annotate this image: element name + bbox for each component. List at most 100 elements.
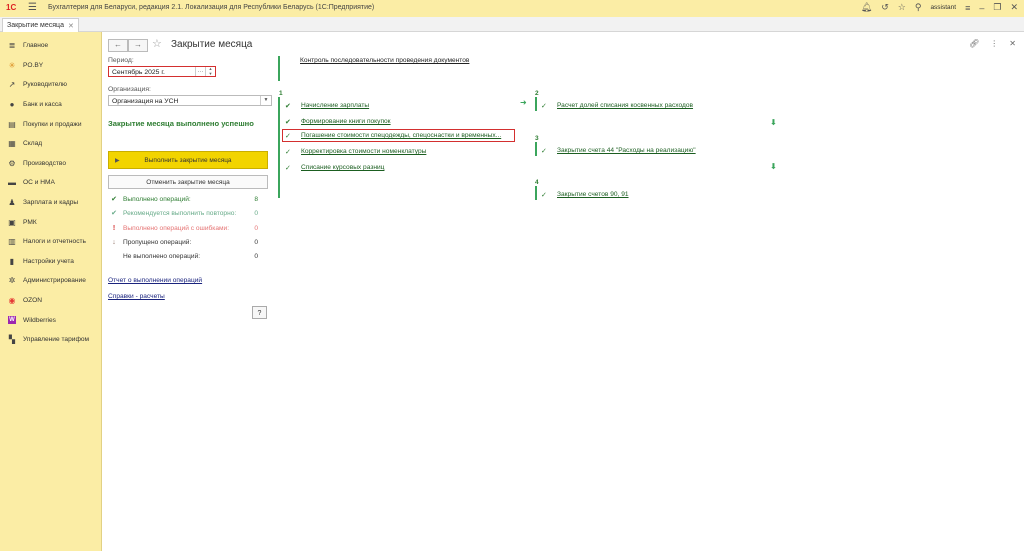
sidebar-item-purchases[interactable]: ▤ Покупки и продажи bbox=[0, 114, 101, 134]
task-payroll[interactable]: ✔ Начисление зарплаты bbox=[285, 100, 369, 111]
tab-close-icon[interactable]: ✕ bbox=[68, 22, 74, 30]
sidebar: ≣ Главное ✳ PO.BY ↗ Руководителю ● Банк и ка… bbox=[0, 32, 102, 551]
cancel-close-button[interactable]: Отменить закрытие месяца bbox=[108, 175, 268, 189]
bell-icon[interactable]: 🔔︎ bbox=[861, 2, 872, 13]
task-workwear-writeoff[interactable]: ✓ Погашение стоимости спецодежды, спецос… bbox=[285, 130, 501, 141]
forward-arrow-icon[interactable]: → bbox=[128, 39, 148, 52]
stat-label: Выполнено операций с ошибками: bbox=[123, 224, 230, 232]
task-close-accounts-90-91[interactable]: ✓ Закрытие счетов 90, 91 bbox=[541, 189, 629, 200]
truck-icon: ▬ bbox=[8, 178, 16, 188]
report-link[interactable]: Отчет о выполнении операций bbox=[108, 277, 202, 284]
arrow-down-icon: ⬇ bbox=[770, 162, 777, 171]
period-label: Период: bbox=[108, 57, 134, 64]
sidebar-item-label: Управление тарифом bbox=[23, 336, 90, 344]
app-title: Бухгалтерия для Беларуси, редакция 2.1. … bbox=[48, 4, 375, 11]
check-icon: ✔ bbox=[111, 196, 117, 203]
task-label[interactable]: Закрытие счетов 90, 91 bbox=[557, 191, 629, 198]
arrow-down-icon: ↓ bbox=[112, 238, 116, 246]
title-bar-tools: 🔔︎ ↺ ☆ ⚲ assistant ≡ – ❐ ✕ bbox=[861, 2, 1018, 13]
task-close-account-44[interactable]: ✓ Закрытие счета 44 "Расходы на реализац… bbox=[541, 145, 696, 156]
minimize-icon[interactable]: – bbox=[979, 3, 984, 13]
step-4-bar bbox=[535, 186, 537, 200]
sidebar-item-ozon[interactable]: ◉ OZON bbox=[0, 291, 101, 311]
restore-icon[interactable]: ❐ bbox=[993, 2, 1001, 13]
task-label[interactable]: Погашение стоимости спецодежды, спецосна… bbox=[301, 132, 501, 139]
coins-icon: ● bbox=[9, 100, 15, 110]
tab-strip: Закрытие месяца ✕ bbox=[0, 17, 1024, 32]
search-icon[interactable]: ⚲ bbox=[915, 2, 922, 13]
menu-icon: ≣ bbox=[8, 41, 16, 51]
back-arrow-icon[interactable]: ← bbox=[108, 39, 128, 52]
favorite-star-icon[interactable]: ☆ bbox=[152, 37, 162, 50]
task-label[interactable]: Списание курсовых разниц bbox=[301, 164, 384, 171]
period-stepper-icon[interactable]: ▲ ▼ bbox=[205, 66, 215, 76]
ozon-icon: ◉ bbox=[8, 296, 16, 306]
sidebar-item-salary[interactable]: ♟ Зарплата и кадры bbox=[0, 193, 101, 213]
run-close-button[interactable]: ▶ Выполнить закрытие месяца bbox=[108, 151, 268, 169]
task-exchange-diff[interactable]: ✓ Списание курсовых разниц bbox=[285, 162, 384, 173]
stat-errors: ! Выполнено операций с ошибками: 0 bbox=[108, 221, 258, 235]
task-label[interactable]: Начисление зарплаты bbox=[301, 102, 369, 109]
cart-icon: ▤ bbox=[8, 119, 16, 129]
sidebar-item-label: Настройки учета bbox=[23, 257, 74, 265]
link-icon[interactable]: 🔗︎ bbox=[969, 39, 979, 48]
task-purchase-book[interactable]: ✔ Формирование книги покупок bbox=[285, 116, 391, 127]
step-divider bbox=[278, 56, 280, 81]
select-dots-icon[interactable]: … bbox=[195, 67, 205, 76]
period-field[interactable]: Сентябрь 2025 г. … ▲ ▼ bbox=[108, 66, 216, 77]
task-label[interactable]: Корректировка стоимости номенклатуры bbox=[301, 148, 426, 155]
stat-skipped: ↓ Пропущено операций: 0 bbox=[108, 235, 258, 249]
favorite-star-icon[interactable]: ☆ bbox=[898, 2, 906, 13]
sidebar-item-label: Администрирование bbox=[23, 277, 86, 285]
stat-value: 8 bbox=[254, 195, 258, 203]
check-double-icon: ✔ bbox=[285, 118, 291, 126]
chevron-down-icon[interactable]: ▼ bbox=[260, 96, 271, 105]
sidebar-item-assets[interactable]: ▬ ОС и НМА bbox=[0, 173, 101, 193]
more-icon[interactable]: ⋮ bbox=[990, 39, 998, 48]
stat-label: Выполнено операций: bbox=[123, 195, 191, 203]
task-label[interactable]: Формирование книги покупок bbox=[301, 118, 391, 125]
sidebar-item-label: Склад bbox=[23, 140, 43, 148]
history-icon[interactable]: ↺ bbox=[881, 2, 889, 13]
person-icon: ♟ bbox=[8, 198, 16, 208]
sidebar-item-wildberries[interactable]: W Wildberries bbox=[0, 310, 101, 330]
sidebar-item-warehouse[interactable]: ▦ Склад bbox=[0, 134, 101, 154]
task-cost-adjustment[interactable]: ✓ Корректировка стоимости номенклатуры bbox=[285, 146, 426, 157]
sidebar-item-label: ОС и НМА bbox=[23, 179, 55, 187]
sidebar-item-admin[interactable]: ✲ Администрирование bbox=[0, 271, 101, 291]
step-4-number: 4 bbox=[535, 179, 539, 186]
sidebar-item-main[interactable]: ≣ Главное bbox=[0, 36, 101, 56]
sidebar-item-label: PO.BY bbox=[23, 61, 44, 69]
step-1-number: 1 bbox=[279, 90, 283, 97]
success-message: Закрытие месяца выполнено успешно bbox=[108, 119, 254, 128]
sidebar-item-taxes[interactable]: ▥ Налоги и отчетность bbox=[0, 232, 101, 252]
sequence-control-link[interactable]: Контроль последовательности проведения д… bbox=[300, 57, 469, 64]
step-3-number: 3 bbox=[535, 135, 539, 142]
tab-month-close[interactable]: Закрытие месяца ✕ bbox=[2, 18, 79, 32]
org-label: Организация: bbox=[108, 86, 151, 93]
task-label[interactable]: Закрытие счета 44 "Расходы на реализацию… bbox=[557, 147, 696, 154]
sidebar-item-tariff[interactable]: ▚ Управление тарифом bbox=[0, 330, 101, 350]
sidebar-item-production[interactable]: ⚙ Производство bbox=[0, 154, 101, 174]
close-icon[interactable]: ✕ bbox=[1009, 39, 1016, 48]
sidebar-item-label: OZON bbox=[23, 297, 43, 305]
sidebar-item-label: Руководителю bbox=[23, 81, 67, 89]
sidebar-item-rmk[interactable]: ▣ РМК bbox=[0, 212, 101, 232]
organization-select[interactable]: Организация на УСН ▼ bbox=[108, 95, 272, 106]
task-indirect-shares[interactable]: ✓ Расчет долей списания косвенных расход… bbox=[541, 100, 693, 111]
task-label[interactable]: Расчет долей списания косвенных расходов bbox=[557, 102, 693, 109]
stat-recommended: ✔ Рекомендуется выполнить повторно: 0 bbox=[108, 206, 258, 220]
stat-value: 0 bbox=[254, 224, 258, 232]
calculations-link[interactable]: Справки - расчеты bbox=[108, 293, 165, 300]
check-icon: ✓ bbox=[541, 102, 547, 110]
sidebar-item-poby[interactable]: ✳ PO.BY bbox=[0, 56, 101, 76]
main-menu-icon[interactable]: ☰ bbox=[28, 2, 37, 13]
user-name[interactable]: assistant bbox=[930, 4, 956, 11]
sidebar-item-manager[interactable]: ↗ Руководителю bbox=[0, 75, 101, 95]
stat-label: Не выполнено операций: bbox=[123, 252, 201, 260]
help-button[interactable]: ? bbox=[252, 306, 267, 319]
sidebar-item-bank[interactable]: ● Банк и касса bbox=[0, 95, 101, 115]
settings-menu-icon[interactable]: ≡ bbox=[965, 3, 970, 13]
close-icon[interactable]: ✕ bbox=[1010, 2, 1018, 13]
sidebar-item-settings[interactable]: ▮ Настройки учета bbox=[0, 252, 101, 272]
